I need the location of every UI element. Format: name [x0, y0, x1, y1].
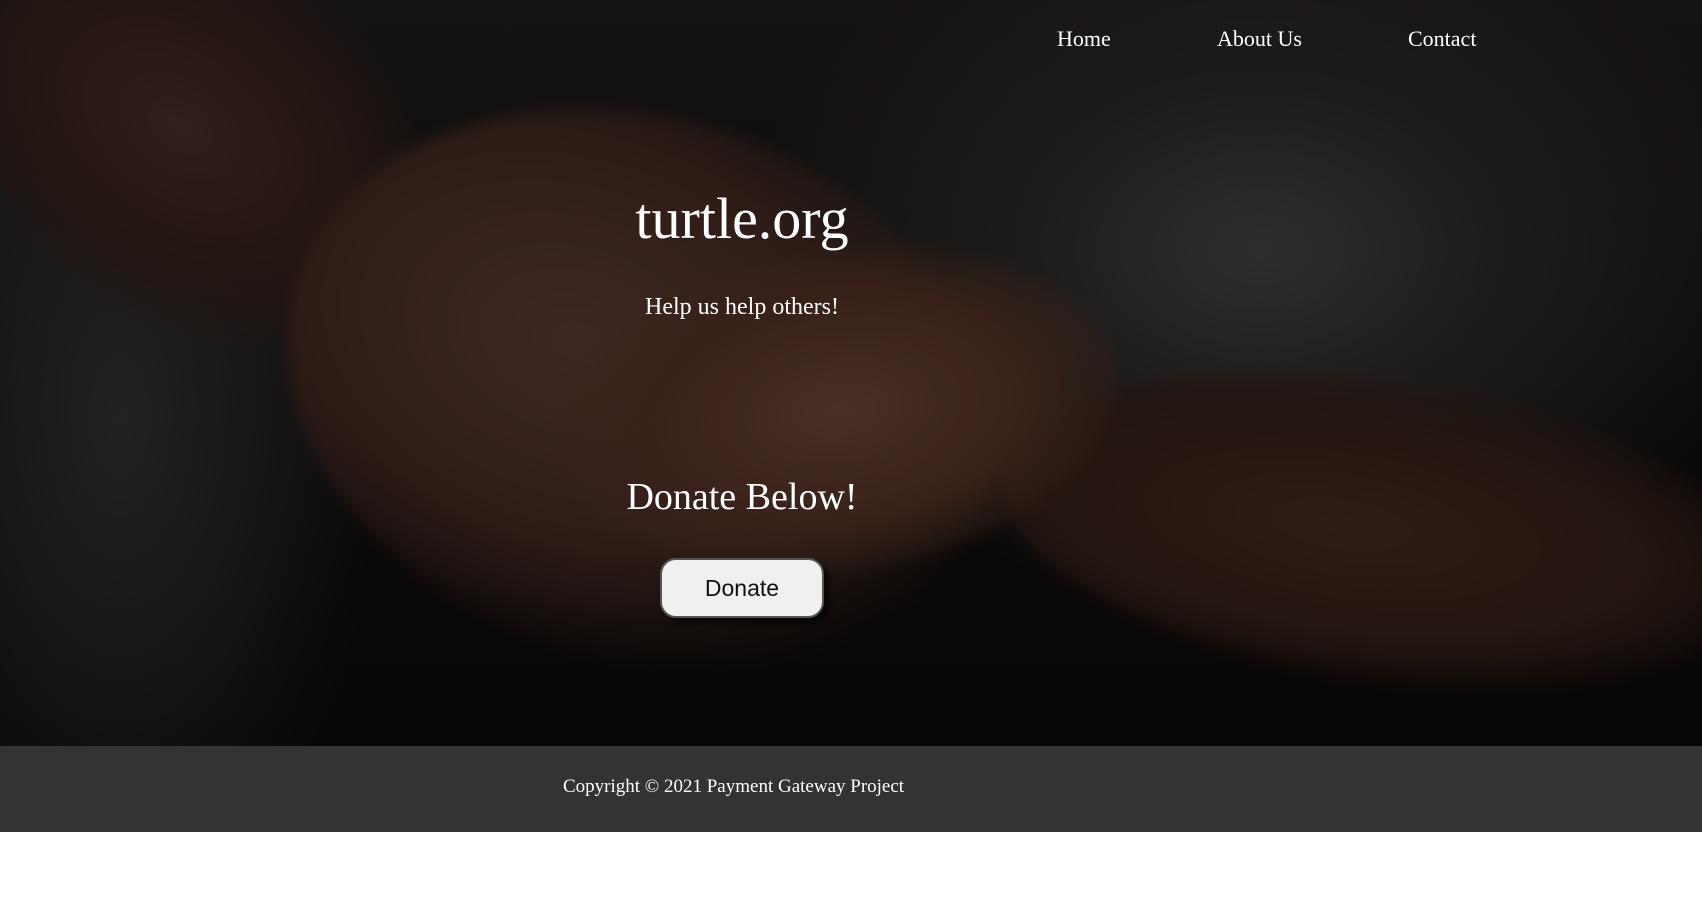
nav-about-us-link[interactable]: About Us: [1217, 26, 1302, 52]
footer: Copyright © 2021 Payment Gateway Project: [0, 746, 1702, 832]
site-tagline: Help us help others!: [645, 294, 839, 320]
nav-contact-link[interactable]: Contact: [1408, 26, 1476, 52]
site-title: turtle.org: [635, 186, 849, 251]
hero-section: Home About Us Contact turtle.org Help us…: [0, 0, 1702, 746]
nav-home-link[interactable]: Home: [1057, 26, 1111, 52]
top-nav: Home About Us Contact: [0, 26, 1702, 66]
donate-button[interactable]: Donate: [660, 558, 824, 618]
donate-heading: Donate Below!: [626, 476, 858, 518]
hero-overlay: [0, 0, 1702, 746]
copyright-text: Copyright © 2021 Payment Gateway Project: [563, 776, 905, 797]
